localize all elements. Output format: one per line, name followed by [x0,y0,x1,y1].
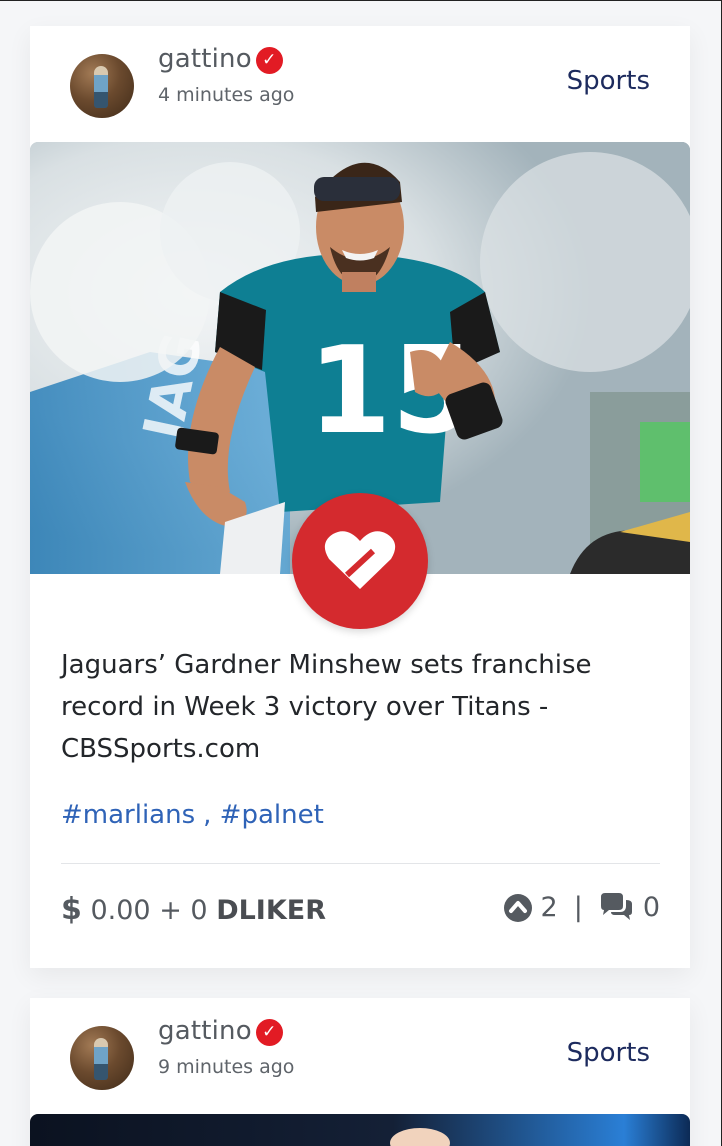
image-highlight [390,1128,450,1146]
category-link[interactable]: Sports [567,66,650,96]
avatar[interactable] [70,1026,134,1090]
upvote-count[interactable]: 2 [541,892,558,923]
comments-icon[interactable] [599,892,635,923]
avatar[interactable] [70,54,134,118]
upvote-icon[interactable] [503,893,533,923]
post-title[interactable]: Jaguars’ Gardner Minshew sets franchise … [61,644,661,770]
dollar-icon: $ [61,892,82,927]
post-stats: 2 | 0 [503,892,660,923]
verified-check-icon: ✓ [255,47,283,74]
post-card: gattino ✓ 4 minutes ago Sports JAG 15 Ja… [30,26,690,968]
stats-separator: | [573,892,583,923]
category-link[interactable]: Sports [567,1038,650,1068]
author-name[interactable]: gattino ✓ [158,1016,283,1046]
author-name-text[interactable]: gattino [158,44,252,74]
post-image[interactable] [30,1114,690,1146]
author-name-text[interactable]: gattino [158,1016,252,1046]
tag-link[interactable]: , #palnet [203,800,324,830]
payout-value: $ 0.00 + 0 DLIKER [61,892,326,927]
post-header: gattino ✓ 4 minutes ago Sports [30,26,690,142]
heart-like-icon [324,531,396,589]
post-footer: $ 0.00 + 0 DLIKER 2 | 0 [61,892,660,932]
feed: gattino ✓ 4 minutes ago Sports JAG 15 Ja… [0,0,722,1146]
author-name[interactable]: gattino ✓ [158,44,283,74]
divider [61,863,660,864]
post-card: gattino ✓ 9 minutes ago Sports [30,998,690,1146]
verified-check-icon: ✓ [255,1019,283,1046]
tag-list: #marlians , #palnet [61,800,332,830]
like-button[interactable] [292,493,428,629]
payout-plus: + [159,895,182,926]
comment-count[interactable]: 0 [643,892,660,923]
post-time: 4 minutes ago [158,84,295,106]
payout-tokens: 0 [190,895,208,926]
payout-amount: 0.00 [90,895,151,926]
token-name: DLIKER [216,895,327,926]
post-header: gattino ✓ 9 minutes ago Sports [30,998,690,1114]
tag-link[interactable]: #marlians [61,800,195,830]
post-time: 9 minutes ago [158,1056,295,1078]
